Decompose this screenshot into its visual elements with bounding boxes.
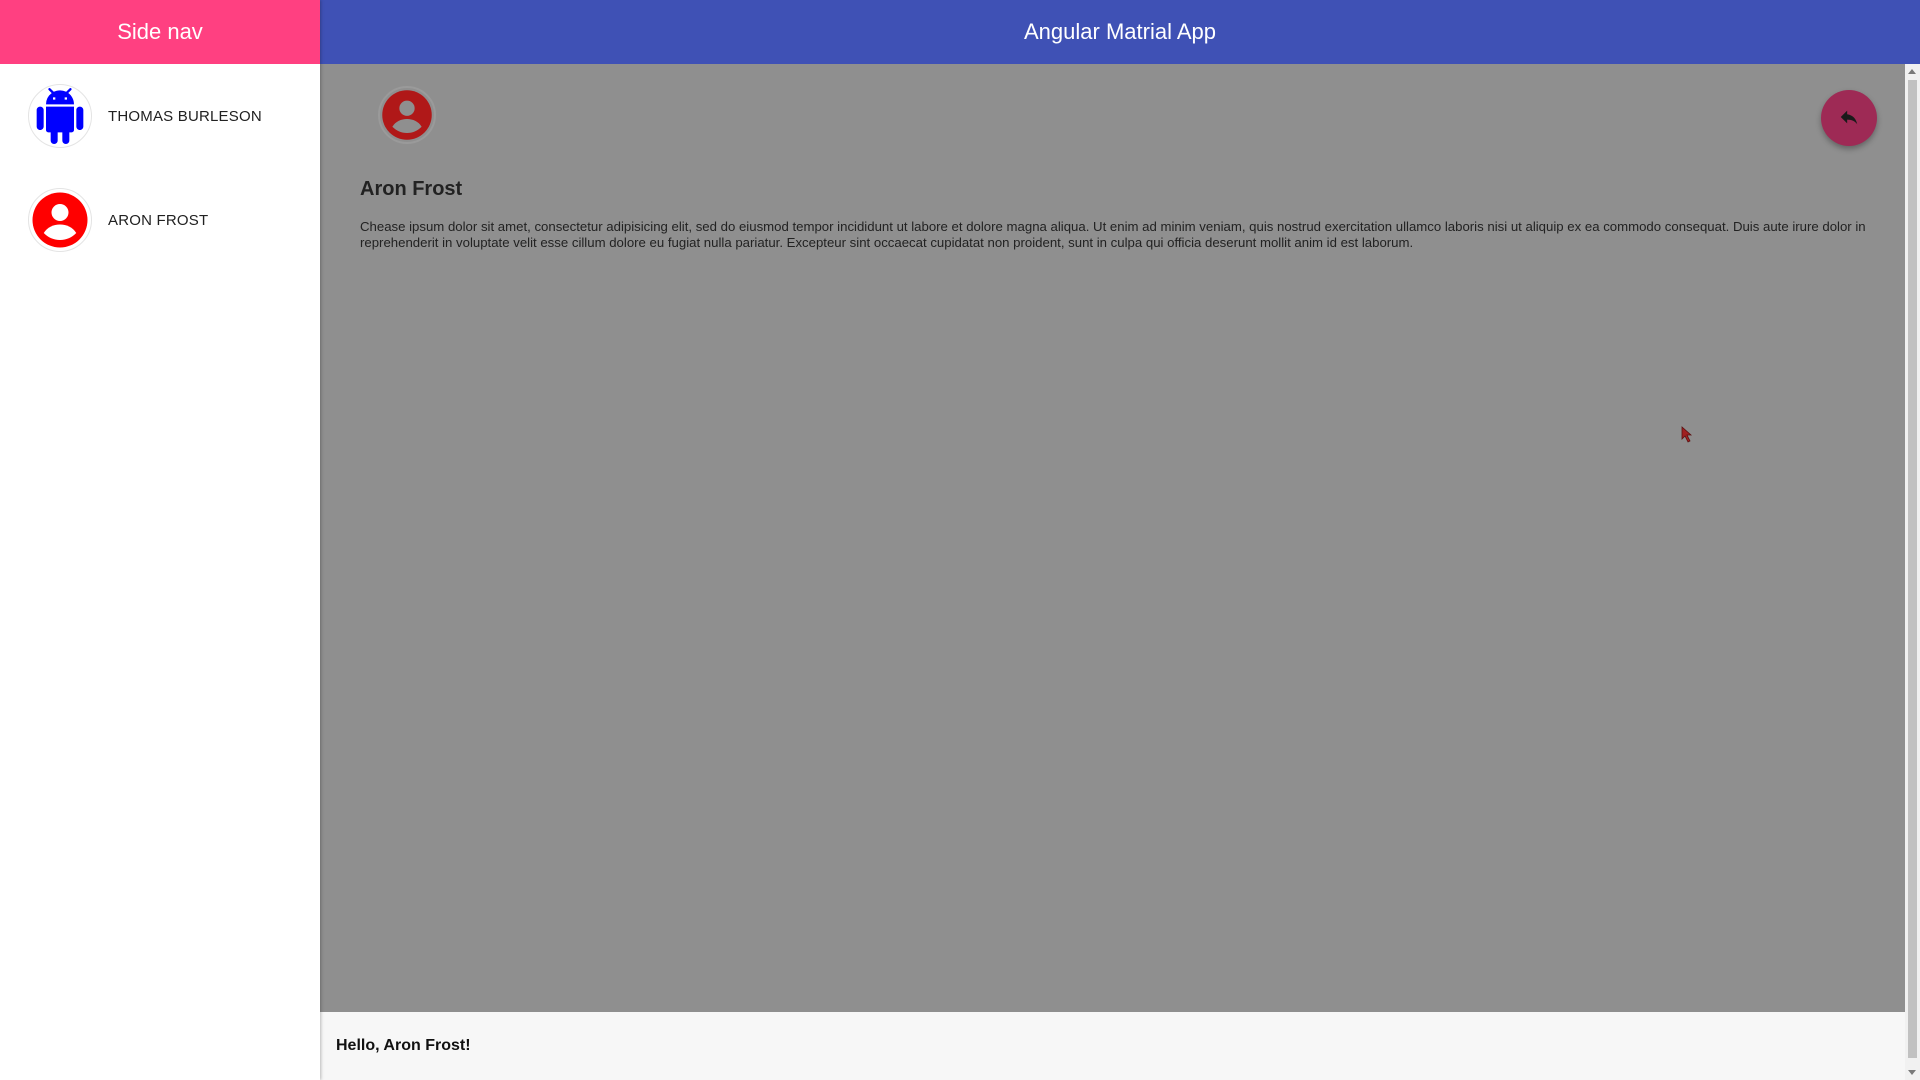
mouse-cursor-icon — [1680, 426, 1696, 449]
user-name-heading: Aron Frost — [360, 178, 463, 200]
app-title: Angular Matrial App — [1024, 19, 1216, 44]
app-toolbar: Angular Matrial App — [320, 0, 1920, 64]
sidebar-item-label: ARON FROST — [108, 211, 209, 229]
account-circle-icon — [378, 86, 436, 144]
greeting-footer: Hello, Aron Frost! — [320, 1012, 1905, 1080]
content-backdrop[interactable]: Aron Frost Chease ipsum dolor sit amet, … — [320, 64, 1905, 1012]
reply-button[interactable] — [1821, 90, 1877, 146]
account-circle-icon — [28, 188, 92, 252]
greeting-text: Hello, Aron Frost! — [336, 1037, 471, 1054]
sidenav-title: Side nav — [0, 0, 320, 64]
side-nav: Side nav THOMAS BURLESON ARON FROST — [0, 0, 320, 1080]
sidebar-item-thomas-burleson[interactable]: THOMAS BURLESON — [0, 64, 320, 168]
scroll-up-icon[interactable] — [1908, 69, 1916, 74]
sidebar-item-label: THOMAS BURLESON — [108, 107, 262, 125]
reply-icon — [1838, 106, 1860, 131]
android-icon — [28, 84, 92, 148]
vertical-scrollbar[interactable] — [1905, 64, 1920, 1080]
user-bio-text: Chease ipsum dolor sit amet, consectetur… — [360, 219, 1866, 250]
scroll-down-icon[interactable] — [1908, 1070, 1916, 1075]
scroll-thumb[interactable] — [1908, 80, 1917, 1058]
sidebar-item-aron-frost[interactable]: ARON FROST — [0, 168, 320, 272]
